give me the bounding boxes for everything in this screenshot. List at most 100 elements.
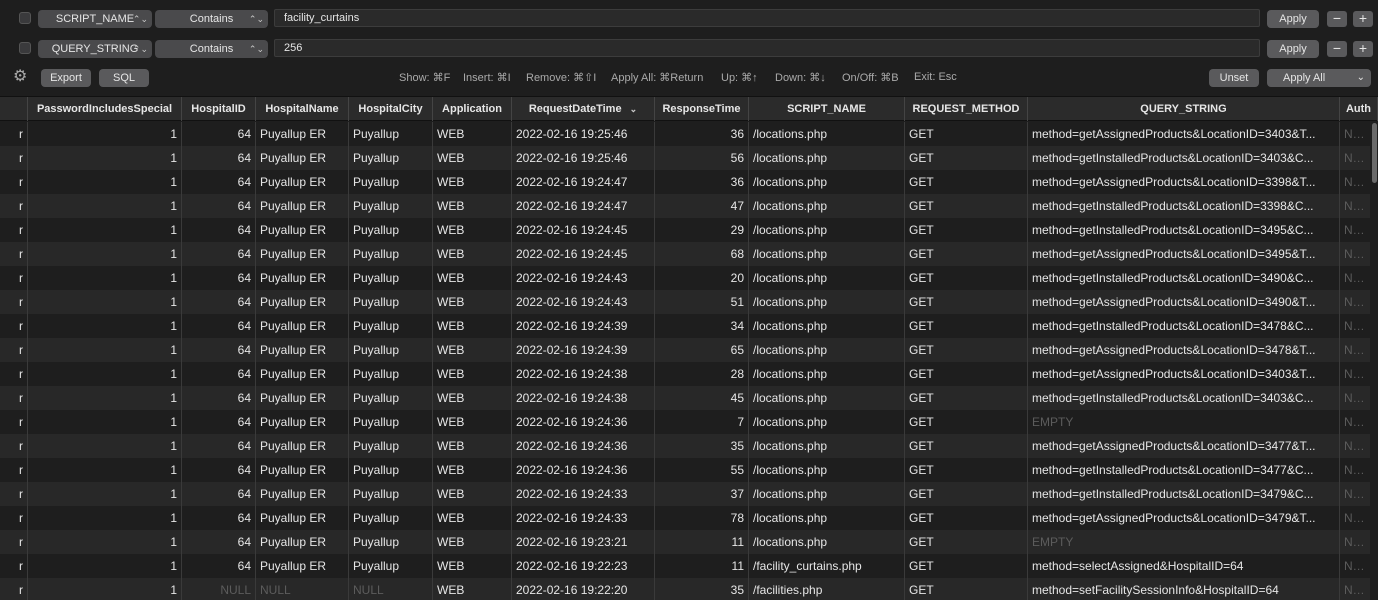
cell-leading[interactable]: r [0,218,28,242]
column-header-responsetime[interactable]: ResponseTime [655,97,749,121]
cell-hospitalid[interactable]: 64 [182,458,256,482]
cell-request_method[interactable]: GET [905,338,1028,362]
cell-application[interactable]: WEB [433,482,512,506]
cell-hospitalname[interactable]: Puyallup ER [256,482,349,506]
cell-passwordincludesspecial[interactable]: 1 [28,194,182,218]
cell-query_string[interactable]: method=getAssignedProducts&LocationID=34… [1028,290,1340,314]
cell-application[interactable]: WEB [433,530,512,554]
cell-application[interactable]: WEB [433,266,512,290]
cell-hospitalcity[interactable]: Puyallup [349,290,433,314]
cell-hospitalid[interactable]: 64 [182,314,256,338]
unset-button[interactable]: Unset [1209,69,1259,87]
cell-script_name[interactable]: /locations.php [749,218,905,242]
cell-request_method[interactable]: GET [905,554,1028,578]
cell-requestdatetime[interactable]: 2022-02-16 19:22:23 [512,554,655,578]
cell-responsetime[interactable]: 55 [655,458,749,482]
cell-hospitalname[interactable]: Puyallup ER [256,362,349,386]
cell-hospitalname[interactable]: Puyallup ER [256,314,349,338]
table-row[interactable]: r 1 64 Puyallup ER Puyallup WEB 2022-02-16 19:… [0,338,1378,362]
cell-hospitalname[interactable]: Puyallup ER [256,242,349,266]
vertical-scrollbar[interactable] [1370,121,1378,600]
cell-request_method[interactable]: GET [905,386,1028,410]
cell-hospitalid[interactable]: 64 [182,362,256,386]
cell-hospitalname[interactable]: Puyallup ER [256,410,349,434]
table-row[interactable]: r 1 64 Puyallup ER Puyallup WEB 2022-02-16 19:… [0,554,1378,578]
cell-requestdatetime[interactable]: 2022-02-16 19:24:39 [512,338,655,362]
cell-passwordincludesspecial[interactable]: 1 [28,578,182,600]
cell-script_name[interactable]: /locations.php [749,506,905,530]
cell-hospitalname[interactable]: Puyallup ER [256,122,349,146]
cell-request_method[interactable]: GET [905,266,1028,290]
cell-hospitalcity[interactable]: Puyallup [349,266,433,290]
cell-passwordincludesspecial[interactable]: 1 [28,170,182,194]
cell-hospitalid[interactable]: 64 [182,410,256,434]
table-row[interactable]: r 1 64 Puyallup ER Puyallup WEB 2022-02-16 19:… [0,530,1378,554]
filter-enable-checkbox[interactable] [19,42,31,54]
column-header-passwordincludesspecial[interactable]: PasswordIncludesSpecial [28,97,182,121]
cell-requestdatetime[interactable]: 2022-02-16 19:24:45 [512,242,655,266]
cell-query_string[interactable]: method=selectAssigned&HospitalID=64 [1028,554,1340,578]
cell-responsetime[interactable]: 35 [655,434,749,458]
cell-script_name[interactable]: /locations.php [749,170,905,194]
cell-hospitalname[interactable]: Puyallup ER [256,434,349,458]
cell-leading[interactable]: r [0,434,28,458]
column-header-hospitalid[interactable]: HospitalID [182,97,256,121]
cell-application[interactable]: WEB [433,242,512,266]
filter-field-select[interactable]: SCRIPT_NAME ⌃⌄ [38,10,152,28]
cell-requestdatetime[interactable]: 2022-02-16 19:24:45 [512,218,655,242]
cell-script_name[interactable]: /locations.php [749,266,905,290]
cell-query_string[interactable]: method=getAssignedProducts&LocationID=34… [1028,242,1340,266]
column-header-requestdatetime[interactable]: RequestDateTime ⌄ [512,97,655,121]
cell-request_method[interactable]: GET [905,242,1028,266]
cell-passwordincludesspecial[interactable]: 1 [28,266,182,290]
cell-passwordincludesspecial[interactable]: 1 [28,482,182,506]
column-header-auth[interactable]: Auth [1340,97,1378,121]
cell-query_string[interactable]: method=getAssignedProducts&LocationID=34… [1028,362,1340,386]
cell-request_method[interactable]: GET [905,458,1028,482]
cell-query_string[interactable]: method=getInstalledProducts&LocationID=3… [1028,218,1340,242]
cell-script_name[interactable]: /locations.php [749,242,905,266]
cell-hospitalname[interactable]: Puyallup ER [256,266,349,290]
cell-requestdatetime[interactable]: 2022-02-16 19:24:36 [512,434,655,458]
cell-passwordincludesspecial[interactable]: 1 [28,530,182,554]
cell-leading[interactable]: r [0,266,28,290]
cell-hospitalcity[interactable]: Puyallup [349,362,433,386]
cell-hospitalid[interactable]: 64 [182,482,256,506]
cell-hospitalcity[interactable]: Puyallup [349,122,433,146]
cell-query_string[interactable]: method=getAssignedProducts&LocationID=34… [1028,434,1340,458]
cell-passwordincludesspecial[interactable]: 1 [28,554,182,578]
remove-filter-button[interactable]: − [1327,11,1347,27]
cell-script_name[interactable]: /locations.php [749,458,905,482]
cell-application[interactable]: WEB [433,386,512,410]
cell-passwordincludesspecial[interactable]: 1 [28,290,182,314]
cell-responsetime[interactable]: 45 [655,386,749,410]
cell-hospitalcity[interactable]: Puyallup [349,434,433,458]
cell-hospitalid[interactable]: 64 [182,122,256,146]
cell-leading[interactable]: r [0,530,28,554]
cell-responsetime[interactable]: 35 [655,578,749,600]
cell-requestdatetime[interactable]: 2022-02-16 19:25:46 [512,122,655,146]
cell-leading[interactable]: r [0,362,28,386]
cell-query_string[interactable]: method=setFacilitySessionInfo&HospitalID… [1028,578,1340,600]
cell-hospitalname[interactable]: Puyallup ER [256,338,349,362]
cell-script_name[interactable]: /locations.php [749,386,905,410]
cell-responsetime[interactable]: 28 [655,362,749,386]
cell-responsetime[interactable]: 34 [655,314,749,338]
cell-leading[interactable]: r [0,554,28,578]
cell-script_name[interactable]: /locations.php [749,194,905,218]
cell-script_name[interactable]: /locations.php [749,434,905,458]
cell-request_method[interactable]: GET [905,122,1028,146]
cell-leading[interactable]: r [0,338,28,362]
cell-responsetime[interactable]: 78 [655,506,749,530]
cell-hospitalname[interactable]: NULL [256,578,349,600]
filter-enable-checkbox[interactable] [19,12,31,24]
cell-hospitalcity[interactable]: Puyallup [349,530,433,554]
cell-hospitalname[interactable]: Puyallup ER [256,554,349,578]
cell-script_name[interactable]: /locations.php [749,314,905,338]
cell-hospitalcity[interactable]: Puyallup [349,410,433,434]
cell-passwordincludesspecial[interactable]: 1 [28,410,182,434]
cell-query_string[interactable]: EMPTY [1028,410,1340,434]
cell-hospitalname[interactable]: Puyallup ER [256,386,349,410]
cell-hospitalcity[interactable]: Puyallup [349,170,433,194]
table-row[interactable]: r 1 64 Puyallup ER Puyallup WEB 2022-02-16 19:… [0,386,1378,410]
